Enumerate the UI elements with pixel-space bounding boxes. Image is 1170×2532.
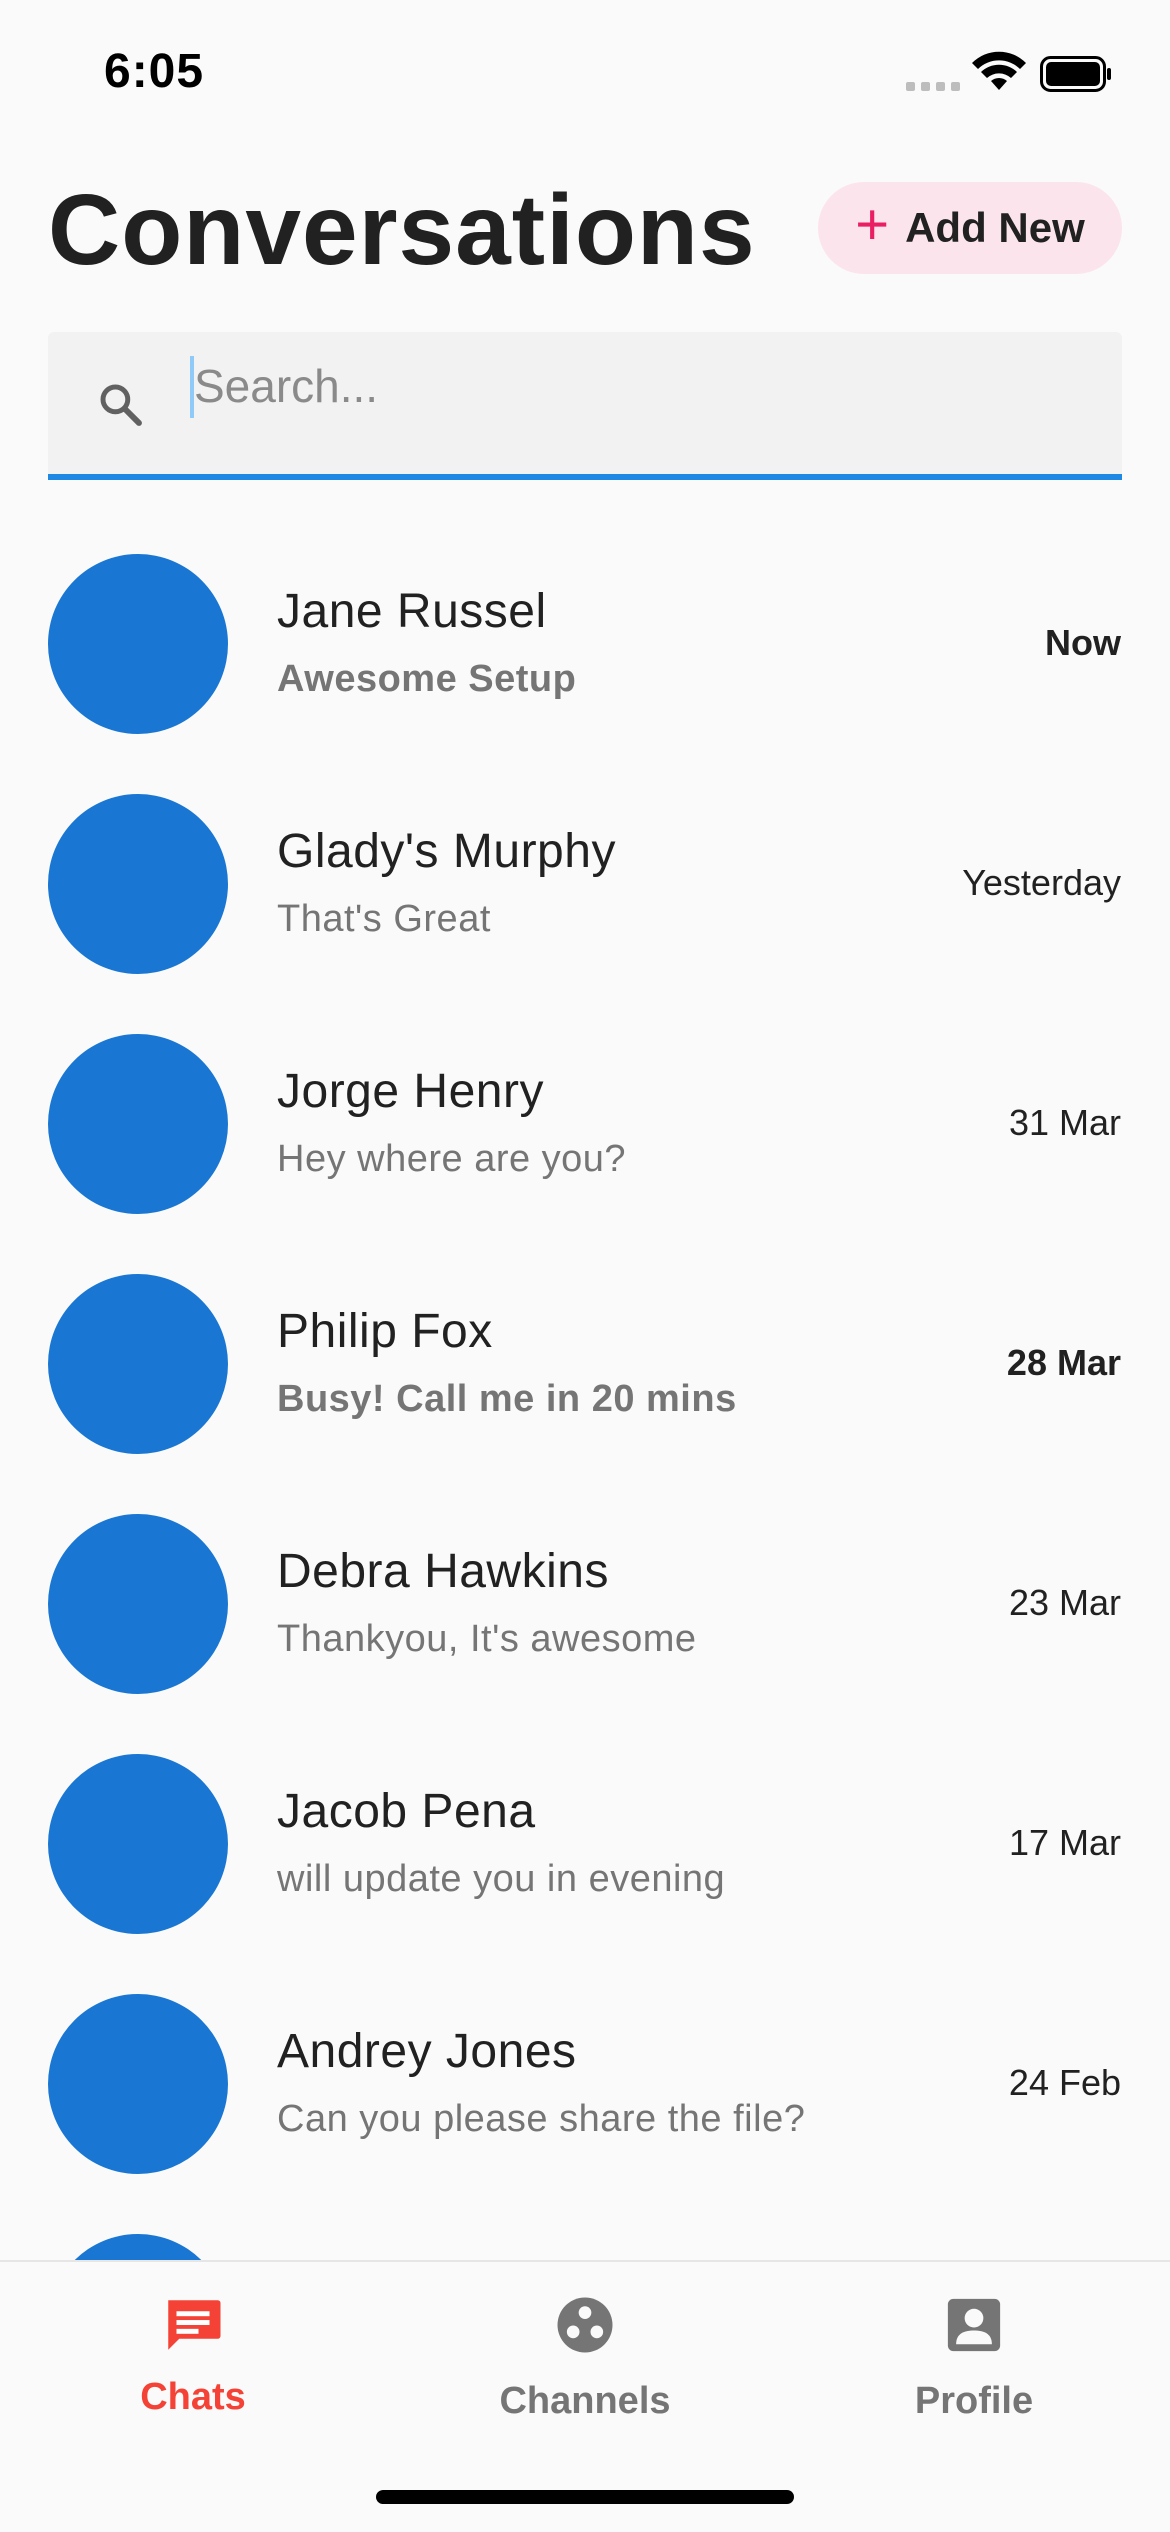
- tab-profile[interactable]: Profile: [824, 2262, 1124, 2462]
- avatar: [48, 1034, 228, 1214]
- chat-time: Now: [1045, 622, 1121, 663]
- search-icon: [100, 384, 142, 426]
- chat-row-debra-hawkins[interactable]: Debra Hawkins Thankyou, It's awesome 23 …: [0, 1500, 1170, 1740]
- avatar: [48, 2234, 228, 2260]
- search-box[interactable]: [48, 332, 1122, 480]
- chat-row-philip-fox[interactable]: Philip Fox Busy! Call me in 20 mins 28 M…: [0, 1260, 1170, 1500]
- conversations-screen: 6:05 Conversations + Add New Search... J…: [0, 0, 1170, 2532]
- avatar: [48, 1994, 228, 2174]
- add-new-button[interactable]: + Add New: [818, 182, 1122, 274]
- battery-icon: [1040, 56, 1111, 92]
- tab-channels-label: Channels: [499, 2380, 671, 2422]
- tab-channels[interactable]: Channels: [435, 2262, 735, 2462]
- add-new-label: Add New: [905, 204, 1085, 251]
- tab-profile-label: Profile: [914, 2380, 1034, 2422]
- chat-row-partial[interactable]: [0, 2220, 1170, 2260]
- profile-icon: [947, 2298, 1001, 2352]
- wifi-icon: [972, 51, 1026, 90]
- cellular-signal-icon: [906, 82, 960, 92]
- tab-chats-label: Chats: [140, 2376, 246, 2418]
- chat-last-message: Hey where are you?: [277, 1138, 627, 1180]
- chat-row-jorge-henry[interactable]: Jorge Henry Hey where are you? 31 Mar: [0, 1020, 1170, 1260]
- chat-last-message: will update you in evening: [277, 1858, 726, 1900]
- chat-last-message: Busy! Call me in 20 mins: [277, 1378, 737, 1420]
- home-indicator: [376, 2490, 794, 2504]
- chat-last-message: Awesome Setup: [277, 658, 577, 700]
- avatar: [48, 1514, 228, 1694]
- chat-time: 31 Mar: [1008, 1102, 1121, 1143]
- chat-last-message: That's Great: [277, 898, 491, 940]
- avatar: [48, 554, 228, 734]
- chat-list: Jane Russel Awesome Setup Now Glady's Mu…: [0, 540, 1170, 2260]
- chat-row-jacob-pena[interactable]: Jacob Pena will update you in evening 17…: [0, 1740, 1170, 1980]
- avatar: [48, 1754, 228, 1934]
- status-bar: 6:05: [0, 0, 1170, 140]
- page-title: Conversations: [48, 174, 756, 286]
- chat-name: Jorge Henry: [277, 1065, 544, 1118]
- chat-name: Jane Russel: [277, 585, 547, 638]
- plus-icon: +: [855, 192, 890, 257]
- chat-row-gladys-murphy[interactable]: Glady's Murphy That's Great Yesterday: [0, 780, 1170, 1020]
- avatar: [48, 1274, 228, 1454]
- chat-name: Glady's Murphy: [277, 825, 616, 878]
- chat-time: 23 Mar: [1008, 1582, 1121, 1623]
- chat-row-jane-russel[interactable]: Jane Russel Awesome Setup Now: [0, 540, 1170, 780]
- chat-last-message: Thankyou, It's awesome: [277, 1618, 697, 1660]
- status-time: 6:05: [104, 45, 205, 98]
- search-input[interactable]: [194, 350, 1074, 422]
- tab-chats[interactable]: Chats: [43, 2262, 343, 2462]
- chat-name: Jacob Pena: [277, 1785, 536, 1838]
- chat-name: Philip Fox: [277, 1305, 493, 1358]
- chat-name: Andrey Jones: [277, 2025, 577, 2078]
- chat-time: 28 Mar: [1006, 1342, 1121, 1383]
- chat-time: Yesterday: [962, 862, 1121, 903]
- channels-icon: [557, 2297, 613, 2353]
- chat-name: Debra Hawkins: [277, 1545, 609, 1598]
- chat-icon: [168, 2300, 221, 2350]
- chat-row-andrey-jones[interactable]: Andrey Jones Can you please share the fi…: [0, 1980, 1170, 2220]
- chat-time: 17 Mar: [1008, 1822, 1121, 1863]
- avatar: [48, 794, 228, 974]
- chat-time: 24 Feb: [1008, 2062, 1121, 2103]
- chat-last-message: Can you please share the file?: [277, 2098, 806, 2140]
